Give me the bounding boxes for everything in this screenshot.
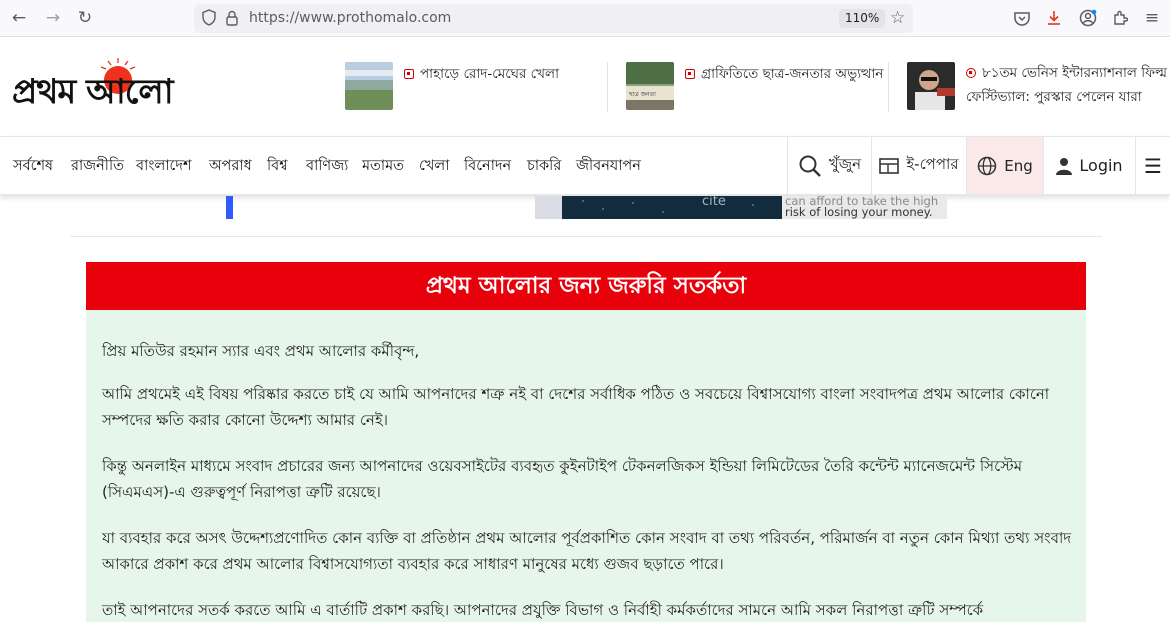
newspaper-icon <box>879 157 900 174</box>
nav-item-bangladesh[interactable]: বাংলাদেশ <box>136 155 192 179</box>
ad-text-line: risk of losing your money. <box>785 205 933 219</box>
nav-item-business[interactable]: বাণিজ্য <box>306 155 348 179</box>
video-play-icon <box>966 68 976 78</box>
notice-paragraph: তাই আপনাদের সতর্ক করতে আমি এ বার্তাটি প্… <box>102 601 984 619</box>
headline-title[interactable]: গ্রাফিতিতে ছাত্র-জনতার অভ্যুত্থান <box>685 62 883 110</box>
download-icon[interactable] <box>1043 7 1065 29</box>
search-button[interactable]: খুঁজুন <box>787 137 871 194</box>
nav-item-lifestyle[interactable]: জীবনযাপন <box>576 155 641 179</box>
forward-arrow-icon[interactable]: → <box>42 7 64 29</box>
reload-icon[interactable]: ↻ <box>74 7 96 29</box>
notice-paragraph: প্রিয় মতিউর রহমান স্যার এবং প্রথম আলোর … <box>102 342 420 360</box>
ad-banner-image[interactable]: cite <box>562 194 782 219</box>
headline-card[interactable]: পাহাড়ে রোদ-মেঘের খেলা <box>345 62 559 110</box>
bookmark-star-icon[interactable]: ☆ <box>890 8 905 28</box>
search-icon <box>799 155 821 177</box>
headline-title[interactable]: ৮১তম ভেনিস ইন্টারন্যাশনাল ফিল্ম ফেস্টিভ্… <box>966 61 1167 110</box>
pocket-icon[interactable] <box>1011 7 1033 29</box>
shield-icon[interactable] <box>202 9 216 26</box>
back-arrow-icon[interactable]: ← <box>8 7 30 29</box>
user-icon <box>1056 157 1073 175</box>
lock-icon[interactable] <box>226 10 238 26</box>
search-label: খুঁজুন <box>828 155 862 173</box>
site-header: প্রথম আলো পাহাড়ে রোদ-মেঘের খেলা ছাত্র জ… <box>0 38 1170 136</box>
nav-item-jobs[interactable]: চাকরি <box>527 155 561 179</box>
extensions-icon[interactable] <box>1109 7 1131 29</box>
browser-toolbar: ← → ↻ https://www.prothomalo.com 110% ☆ … <box>0 0 1170 37</box>
notice-title: প্রথম আলোর জন্য জরুরি সতর্কতা <box>86 262 1086 310</box>
account-icon[interactable] <box>1077 7 1099 29</box>
svg-text:ছাত্র জনতা: ছাত্র জনতা <box>628 91 656 98</box>
security-notice: প্রথম আলোর জন্য জরুরি সতর্কতা প্রিয় মতি… <box>86 262 1086 622</box>
headline-thumbnail[interactable] <box>345 62 393 110</box>
headline-divider <box>607 62 608 112</box>
hamburger-menu-icon[interactable]: ☰ <box>1135 137 1170 194</box>
headline-card[interactable]: ৮১তম ভেনিস ইন্টারন্যাশনাল ফিল্ম ফেস্টিভ্… <box>907 62 1167 110</box>
ad-accent-bar <box>226 196 233 219</box>
main-navigation: সর্বশেষ রাজনীতি বাংলাদেশ অপরাধ বিশ্ব বাণ… <box>0 136 1170 195</box>
nav-item-crime[interactable]: অপরাধ <box>209 155 252 179</box>
notice-paragraph: কিন্তু অনলাইন মাধ্যমে সংবাদ প্রচারের জন্… <box>102 457 1023 501</box>
headline-title[interactable]: পাহাড়ে রোদ-মেঘের খেলা <box>404 62 559 110</box>
nav-item-latest[interactable]: সর্বশেষ <box>13 155 53 179</box>
ad-text-block[interactable]: can afford to take the high risk of losi… <box>782 195 947 219</box>
notice-paragraph: আমি প্রথমেই এই বিষয় পরিষ্কার করতে চাই য… <box>102 385 1050 429</box>
language-toggle[interactable]: Eng <box>966 137 1043 194</box>
globe-icon <box>977 156 997 175</box>
nav-item-politics[interactable]: রাজনীতি <box>71 155 124 179</box>
address-bar[interactable]: https://www.prothomalo.com 110% ☆ <box>194 4 913 33</box>
svg-text:cite: cite <box>702 196 726 209</box>
headline-thumbnail[interactable]: ছাত্র জনতা <box>626 62 674 110</box>
headline-divider <box>888 62 889 112</box>
url-text[interactable]: https://www.prothomalo.com <box>249 10 451 26</box>
notice-paragraph: যা ব্যবহার করে অসৎ উদ্দেশ্যপ্রণোদিত কোন … <box>102 529 1072 573</box>
zoom-level-badge[interactable]: 110% <box>839 9 886 28</box>
content-divider <box>70 236 1102 237</box>
nav-item-entertainment[interactable]: বিনোদন <box>464 155 511 179</box>
headline-card[interactable]: ছাত্র জনতা গ্রাফিতিতে ছাত্র-জনতার অভ্যুত… <box>626 62 883 110</box>
logo-text: প্রথম আলো <box>12 72 174 112</box>
nav-item-sports[interactable]: খেলা <box>419 155 449 179</box>
login-label: Login <box>1079 156 1123 175</box>
site-logo[interactable]: প্রথম আলো <box>12 56 222 112</box>
headline-thumbnail[interactable] <box>907 62 955 110</box>
language-label: Eng <box>1004 156 1033 175</box>
ad-image-edge <box>535 196 563 219</box>
login-button[interactable]: Login <box>1043 137 1135 194</box>
nav-item-opinion[interactable]: মতামত <box>362 155 404 179</box>
nav-item-world[interactable]: বিশ্ব <box>267 155 288 179</box>
epaper-button[interactable]: ই-পেপার <box>871 137 966 194</box>
epaper-label: ই-পেপার <box>906 155 959 173</box>
photo-gallery-icon <box>404 69 414 79</box>
photo-gallery-icon <box>685 69 695 79</box>
menu-icon[interactable]: ≡ <box>1141 7 1163 29</box>
